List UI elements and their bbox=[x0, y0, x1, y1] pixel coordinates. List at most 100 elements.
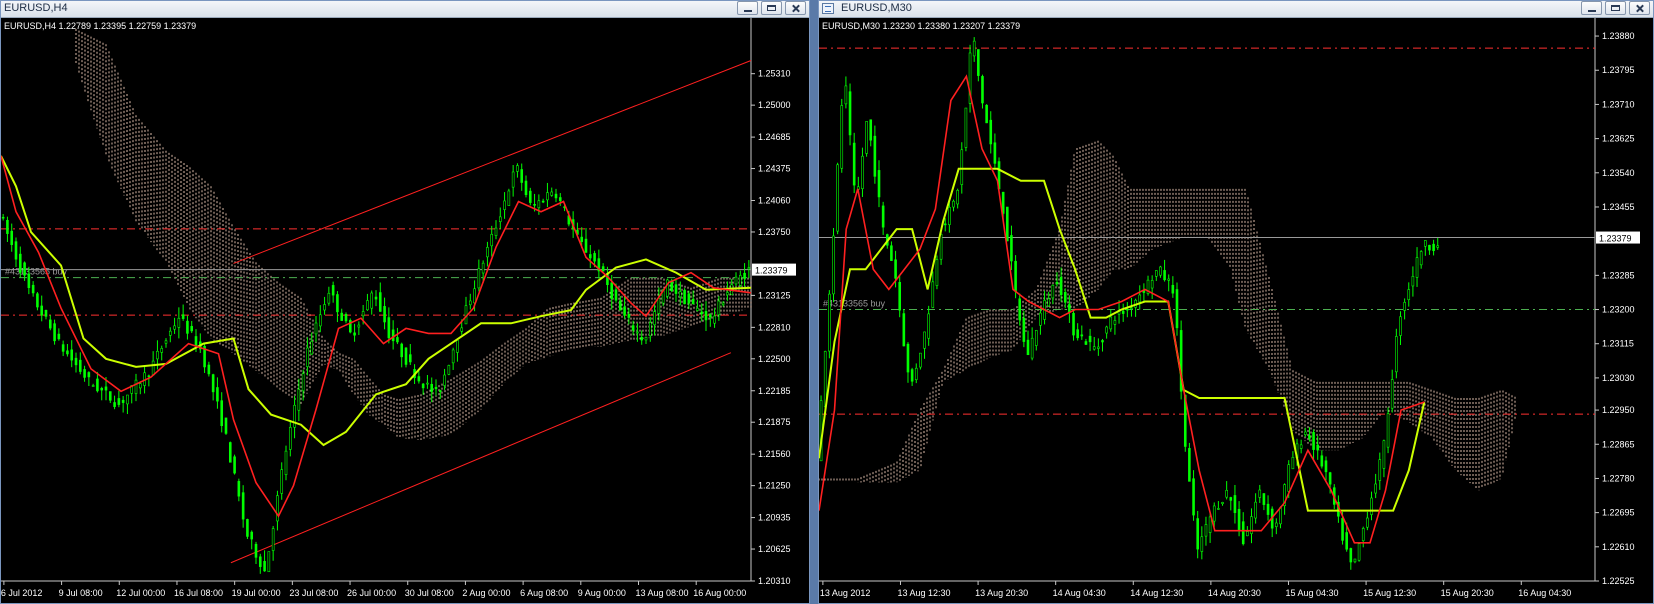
candle-body bbox=[653, 311, 656, 326]
candle-body bbox=[683, 289, 686, 305]
candle-body bbox=[657, 297, 661, 314]
candle-body bbox=[224, 417, 228, 434]
candle-body bbox=[588, 254, 592, 259]
candle-body bbox=[1378, 459, 1382, 481]
candle-body bbox=[1403, 302, 1406, 311]
candle-body bbox=[494, 227, 498, 236]
candle-body bbox=[477, 268, 481, 289]
candle-body bbox=[186, 320, 189, 334]
candle-body bbox=[147, 375, 151, 378]
candle-body bbox=[960, 149, 964, 185]
candle-body bbox=[1084, 341, 1088, 345]
candle-body bbox=[293, 404, 296, 428]
candle-body bbox=[717, 300, 721, 316]
candle-body bbox=[96, 378, 99, 392]
candle-body bbox=[1366, 517, 1369, 528]
candle-body bbox=[1022, 317, 1026, 342]
window-title: EURUSD,H4 bbox=[4, 2, 68, 14]
candle-body bbox=[1163, 270, 1166, 281]
chart-window-h4[interactable]: EURUSD,H4 1.25310 1.25000 1.24685 1.24375 1.… bbox=[0, 0, 810, 604]
candle-body bbox=[404, 347, 408, 365]
candle-body bbox=[336, 294, 339, 313]
y-tick-label: 1.24060 bbox=[758, 196, 791, 206]
candle-body bbox=[31, 284, 35, 294]
chart-canvas[interactable]: 1.23880 1.23795 1.23710 1.23625 1.23540 1.234… bbox=[819, 18, 1653, 603]
y-tick-label: 1.22865 bbox=[1602, 439, 1635, 449]
candle-body bbox=[832, 235, 835, 295]
y-tick-label: 1.22950 bbox=[1602, 405, 1635, 415]
candle-body bbox=[370, 292, 374, 309]
candle-body bbox=[194, 336, 198, 347]
candle-body bbox=[396, 337, 399, 343]
candle-body bbox=[357, 324, 361, 328]
candle-body bbox=[40, 305, 44, 316]
window-titlebar[interactable]: EURUSD,M30 bbox=[819, 1, 1653, 18]
candle-body bbox=[1092, 346, 1096, 350]
candle-body bbox=[1138, 294, 1142, 303]
y-tick-label: 1.23285 bbox=[1602, 270, 1635, 280]
candle-body bbox=[138, 383, 142, 389]
candle-body bbox=[614, 289, 618, 301]
chart-info-line: EURUSD,M30 1.23230 1.23380 1.23207 1.233… bbox=[822, 21, 1020, 31]
candle-body bbox=[865, 121, 868, 154]
candle-body bbox=[898, 282, 902, 311]
candle-body bbox=[546, 192, 549, 201]
candle-body bbox=[74, 357, 78, 366]
maximize-button[interactable] bbox=[761, 1, 782, 15]
candle-body bbox=[873, 135, 877, 177]
candle-body bbox=[61, 344, 65, 352]
y-tick-label: 1.23750 bbox=[758, 227, 791, 237]
candle-body bbox=[117, 398, 121, 405]
close-button[interactable] bbox=[785, 1, 806, 15]
candle-body bbox=[618, 300, 622, 311]
y-tick-label: 1.21560 bbox=[758, 449, 791, 459]
x-tick-label: 6 Jul 2012 bbox=[1, 588, 42, 598]
x-tick-label: 14 Aug 12:30 bbox=[1130, 588, 1183, 598]
window-titlebar[interactable]: EURUSD,H4 bbox=[1, 1, 809, 18]
y-tick-label: 1.21250 bbox=[758, 481, 791, 491]
maximize-button[interactable] bbox=[1605, 1, 1626, 15]
candle-body bbox=[318, 314, 322, 327]
candle-body bbox=[1014, 260, 1017, 292]
y-tick-label: 1.21875 bbox=[758, 417, 791, 427]
order-label: #43133565 buy bbox=[5, 267, 68, 277]
minimize-button[interactable] bbox=[737, 1, 758, 15]
candle-body bbox=[126, 394, 129, 405]
candle-body bbox=[44, 310, 48, 317]
candle-body bbox=[894, 259, 897, 279]
close-button[interactable] bbox=[1629, 1, 1650, 15]
candle-body bbox=[902, 313, 906, 347]
candle-body bbox=[361, 311, 365, 317]
y-tick-label: 1.20625 bbox=[758, 544, 791, 554]
candle-body bbox=[956, 189, 959, 205]
candle-body bbox=[241, 492, 245, 520]
candle-body bbox=[593, 253, 596, 262]
chart-window-m30[interactable]: EURUSD,M30 1.23880 1.23795 1.23710 1.23625 1… bbox=[818, 0, 1654, 604]
x-tick-label: 16 Aug 04:30 bbox=[1518, 588, 1571, 598]
candle-body bbox=[447, 365, 451, 375]
candle-body bbox=[1026, 339, 1030, 356]
minimize-button[interactable] bbox=[1581, 1, 1602, 15]
candle-body bbox=[516, 165, 519, 172]
candle-body bbox=[881, 205, 885, 228]
candle-body bbox=[383, 306, 386, 323]
candle-body bbox=[601, 266, 605, 272]
candle-body bbox=[1047, 298, 1050, 307]
candle-body bbox=[678, 291, 682, 298]
candle-body bbox=[301, 373, 305, 392]
candle-body bbox=[1316, 444, 1320, 451]
candle-body bbox=[1068, 304, 1071, 313]
candle-body bbox=[935, 259, 939, 286]
x-tick-label: 9 Jul 08:00 bbox=[59, 588, 103, 598]
candle-body bbox=[704, 311, 708, 321]
candle-body bbox=[939, 233, 943, 260]
y-tick-label: 1.24375 bbox=[758, 164, 791, 174]
candle-body bbox=[1349, 548, 1353, 563]
candle-body bbox=[434, 386, 438, 390]
x-tick-label: 13 Aug 08:00 bbox=[636, 588, 689, 598]
candle-body bbox=[271, 528, 275, 551]
tenkan-sen-line bbox=[1, 155, 752, 518]
candle-body bbox=[927, 313, 930, 339]
candle-body bbox=[948, 207, 951, 225]
chart-canvas[interactable]: 1.25310 1.25000 1.24685 1.24375 1.24060 1.237… bbox=[1, 18, 809, 603]
